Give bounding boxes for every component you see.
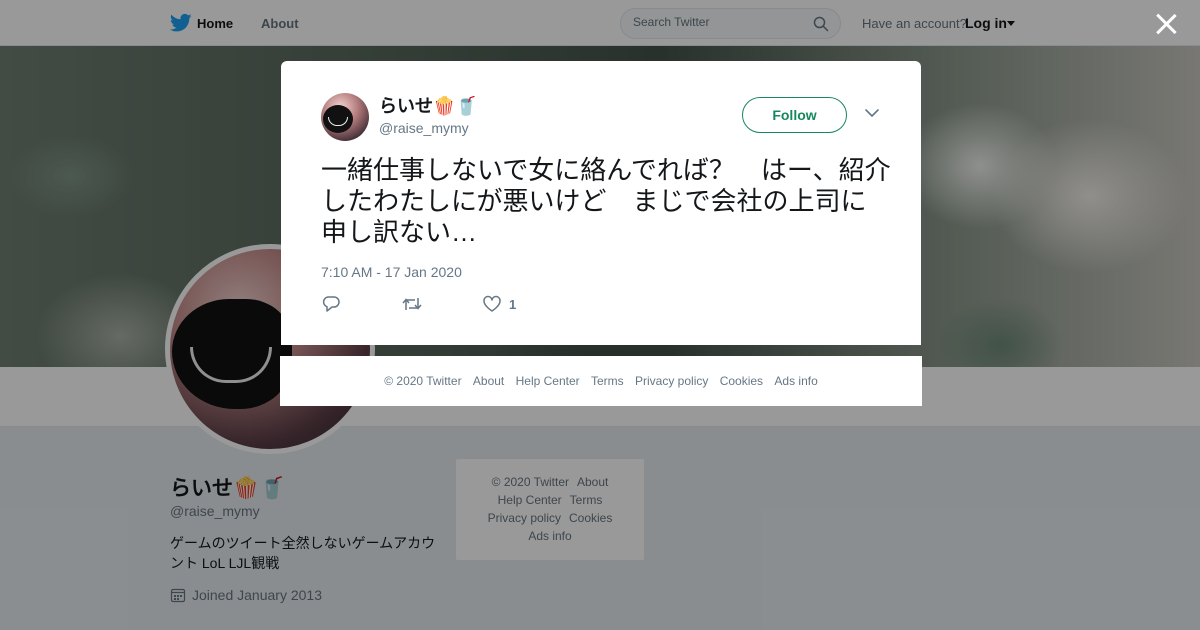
heart-icon[interactable]: [482, 295, 502, 313]
tweet-author-avatar[interactable]: [321, 93, 369, 141]
chevron-down-icon[interactable]: [864, 107, 880, 119]
retweet-action[interactable]: [401, 295, 423, 313]
footer-terms-link[interactable]: Terms: [591, 374, 624, 388]
retweet-icon[interactable]: [401, 295, 423, 313]
tweet-author-name[interactable]: らいせ🍿🥤: [379, 92, 478, 118]
tweet-author-handle[interactable]: @raise_mymy: [379, 120, 469, 136]
footer-help-link[interactable]: Help Center: [516, 374, 580, 388]
like-action[interactable]: 1: [482, 295, 516, 313]
footer-about-link[interactable]: About: [473, 374, 504, 388]
close-icon[interactable]: [1155, 13, 1177, 35]
reply-action[interactable]: [321, 295, 341, 313]
reply-icon[interactable]: [321, 295, 341, 313]
footer-privacy-link[interactable]: Privacy policy: [635, 374, 708, 388]
footer-copyright: © 2020 Twitter: [384, 374, 462, 388]
tweet-text: 一緒仕事しないで女に絡んでれば？ はー、紹介したわたしにが悪いけど まじで会社の…: [321, 155, 891, 247]
footer-ads-link[interactable]: Ads info: [774, 374, 817, 388]
modal-footer: © 2020 Twitter About Help Center Terms P…: [280, 356, 922, 406]
like-count: 1: [509, 296, 517, 312]
follow-button[interactable]: Follow: [742, 97, 847, 133]
footer-cookies-link[interactable]: Cookies: [720, 374, 763, 388]
tweet-modal: らいせ🍿🥤 @raise_mymy Follow 一緒仕事しないで女に絡んでれば…: [281, 61, 921, 345]
tweet-timestamp[interactable]: 7:10 AM - 17 Jan 2020: [321, 264, 462, 280]
